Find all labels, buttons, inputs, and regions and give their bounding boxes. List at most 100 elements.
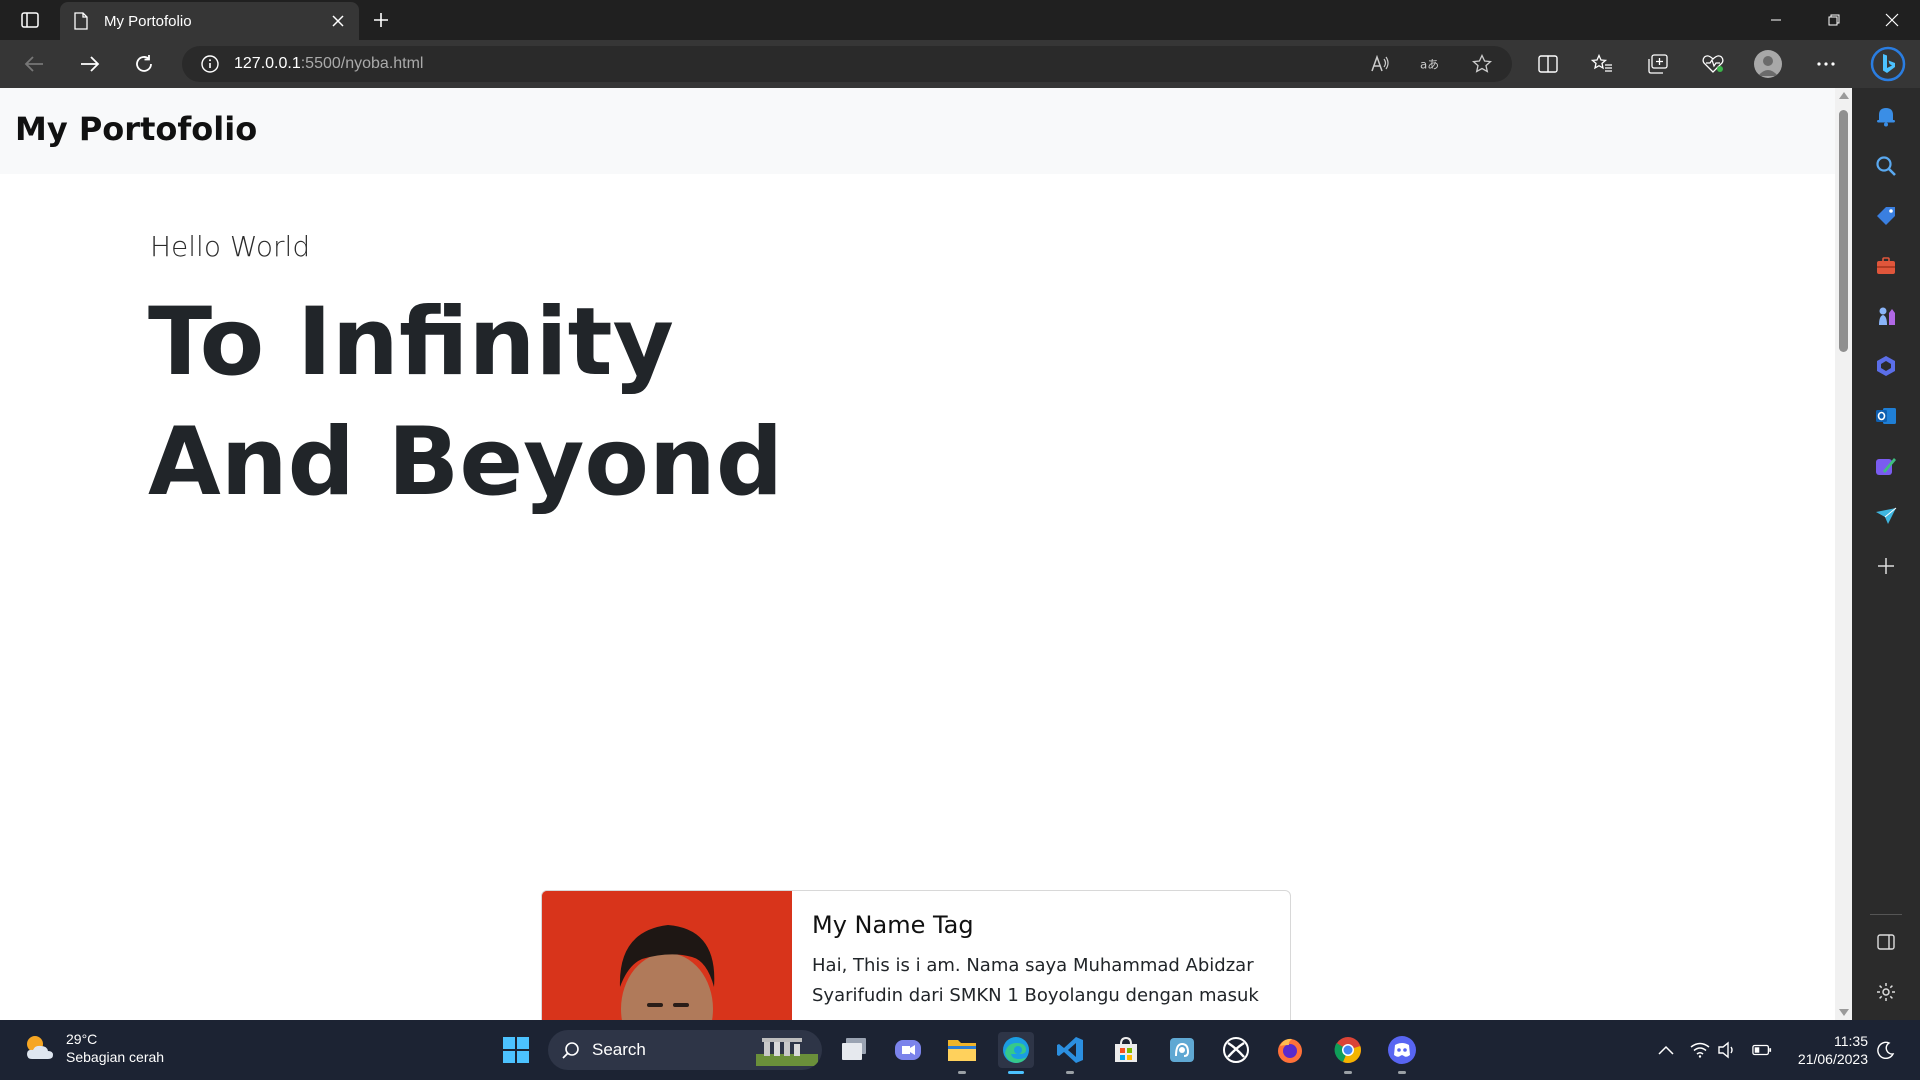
collections-icon[interactable] (1644, 50, 1672, 78)
games-chess-icon[interactable] (1874, 304, 1898, 328)
hero-subtitle: Hello World (150, 230, 311, 263)
running-indicator (1066, 1071, 1074, 1074)
shopping-tag-icon[interactable] (1874, 204, 1898, 228)
photos-icon (1170, 1038, 1194, 1062)
search-highlight-icon (756, 1038, 818, 1066)
firefox-app-button[interactable] (1272, 1032, 1308, 1068)
running-indicator-active (1008, 1071, 1024, 1074)
task-view-button[interactable] (836, 1032, 872, 1068)
bing-copilot-button[interactable] (1868, 44, 1908, 84)
hide-sidebar-icon[interactable] (1874, 930, 1898, 954)
page-scrollbar[interactable] (1835, 88, 1852, 1020)
forward-button[interactable] (74, 48, 106, 80)
tab-close-icon[interactable] (327, 10, 349, 32)
address-bar[interactable]: 127.0.0.1:5500/nyoba.html aあ (182, 46, 1512, 82)
refresh-icon (136, 55, 152, 72)
partly-cloudy-icon (27, 1036, 53, 1059)
system-clock[interactable]: 11:35 21/06/2023 (1786, 1032, 1868, 1068)
card-title: My Name Tag (812, 911, 974, 939)
taskbar-search[interactable]: Search (548, 1030, 822, 1070)
scroll-thumb[interactable] (1839, 110, 1848, 352)
designer-icon[interactable] (1874, 454, 1898, 478)
weather-widget[interactable]: 29°C Sebagian cerah (22, 1030, 164, 1066)
tab-actions-button[interactable] (16, 8, 44, 32)
running-indicator (958, 1071, 966, 1074)
back-arrow-icon (24, 56, 43, 72)
name-tag-card: My Name Tag Hai, This is i am. Nama saya… (541, 890, 1291, 1020)
hero-title: To Infinity And Beyond (148, 283, 783, 523)
close-icon (1885, 13, 1899, 27)
clock-date: 21/06/2023 (1797, 1051, 1868, 1067)
start-button[interactable] (498, 1032, 534, 1068)
profile-avatar[interactable] (1754, 50, 1782, 78)
tab-active[interactable]: My Portofolio (60, 2, 359, 40)
close-window-button[interactable] (1864, 0, 1920, 40)
microsoft-store-button[interactable] (1108, 1032, 1144, 1068)
bing-icon (1870, 46, 1906, 82)
weather-temperature: 29°C (66, 1031, 98, 1047)
vscode-icon (1057, 1037, 1083, 1063)
favorite-star-icon[interactable] (1472, 54, 1492, 74)
page-viewport: My Portofolio Hello World To Infinity An… (0, 88, 1852, 1020)
profile-photo (542, 891, 792, 1020)
add-sidebar-app-icon[interactable] (1874, 554, 1898, 578)
navbar-brand[interactable]: My Portofolio (15, 110, 257, 148)
windows-taskbar: 29°C Sebagian cerah Search 11:35 21/06/2… (0, 1020, 1920, 1080)
drop-send-icon[interactable] (1874, 504, 1898, 528)
photos-app-button[interactable] (1164, 1032, 1200, 1068)
url-text: 127.0.0.1:5500/nyoba.html (234, 55, 423, 73)
wifi-icon[interactable] (1690, 1040, 1710, 1060)
minimize-button[interactable] (1748, 0, 1804, 40)
chrome-icon (1334, 1037, 1361, 1063)
xbox-app-button[interactable] (1218, 1032, 1254, 1068)
url-host: 127.0.0.1 (234, 55, 301, 72)
read-aloud-icon[interactable] (1370, 54, 1390, 74)
refresh-button[interactable] (128, 48, 160, 80)
clock-time: 11:35 (1834, 1033, 1868, 1049)
discord-icon (1388, 1036, 1416, 1064)
edge-sidebar (1852, 88, 1920, 1020)
browser-essentials-icon[interactable] (1699, 50, 1727, 78)
store-bag-icon (1115, 1036, 1137, 1062)
url-path: :5500/nyoba.html (300, 55, 424, 72)
sidebar-settings-gear-icon[interactable] (1874, 980, 1898, 1004)
microsoft-365-icon[interactable] (1874, 354, 1898, 378)
tools-briefcase-icon[interactable] (1874, 254, 1898, 278)
show-hidden-icons-chevron-icon[interactable] (1656, 1040, 1676, 1060)
split-screen-icon[interactable] (1534, 50, 1562, 78)
chrome-app-button[interactable] (1330, 1032, 1366, 1074)
discord-app-button[interactable] (1384, 1032, 1420, 1074)
favorites-icon[interactable] (1588, 50, 1616, 78)
running-indicator (1398, 1071, 1406, 1074)
restore-button[interactable] (1806, 0, 1862, 40)
tab-title: My Portofolio (104, 12, 192, 30)
site-navbar: My Portofolio (0, 88, 1835, 174)
hero-title-line-1: To Infinity (148, 288, 674, 397)
xbox-icon (1223, 1037, 1249, 1063)
more-options-icon[interactable] (1812, 50, 1840, 78)
new-tab-button[interactable] (367, 6, 395, 34)
windows-logo-icon (503, 1037, 529, 1063)
site-info-icon[interactable] (200, 54, 220, 74)
search-label: Search (592, 1040, 646, 1059)
do-not-disturb-moon-icon[interactable] (1876, 1040, 1896, 1060)
teams-chat-icon (895, 1040, 921, 1060)
file-explorer-button[interactable] (944, 1032, 980, 1074)
translate-icon[interactable]: aあ (1420, 54, 1440, 74)
outlook-icon[interactable] (1874, 404, 1898, 428)
teams-chat-button[interactable] (890, 1032, 926, 1068)
title-bar: My Portofolio (0, 0, 1920, 40)
scroll-down-arrow-icon[interactable] (1839, 1009, 1849, 1016)
tab-actions-icon (21, 12, 39, 28)
vscode-app-button[interactable] (1052, 1032, 1088, 1074)
person-icon (1758, 56, 1778, 76)
battery-icon[interactable] (1752, 1040, 1772, 1060)
edge-app-button[interactable] (998, 1032, 1034, 1074)
scroll-up-arrow-icon[interactable] (1839, 92, 1849, 99)
forward-arrow-icon (81, 56, 100, 72)
search-icon[interactable] (1874, 154, 1898, 178)
back-button[interactable] (18, 48, 50, 80)
notifications-bell-icon[interactable] (1874, 104, 1898, 128)
volume-icon[interactable] (1718, 1040, 1738, 1060)
minimize-icon (1771, 19, 1781, 21)
